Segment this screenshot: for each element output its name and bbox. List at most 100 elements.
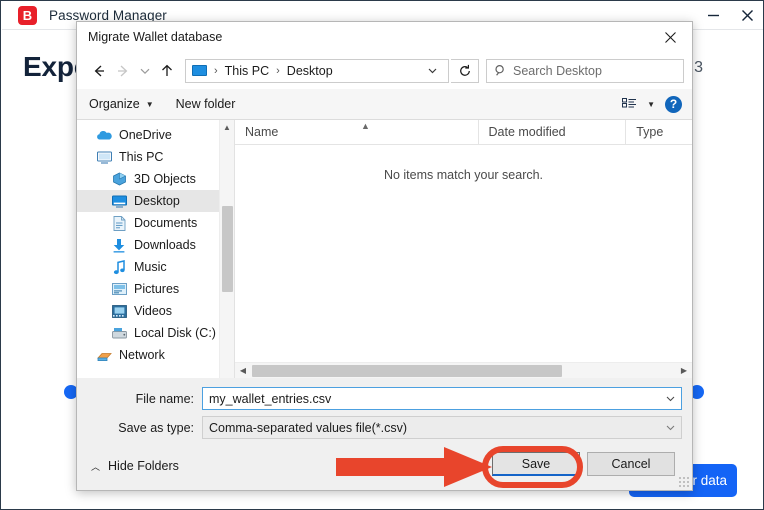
column-label: Date modified xyxy=(488,125,566,139)
organize-button[interactable]: Organize ▼ xyxy=(89,97,154,111)
tree-item-label: Desktop xyxy=(134,194,180,208)
screen-root: B Password Manager Expo 2 of 3 ur data M… xyxy=(0,0,764,510)
breadcrumb-separator-2: › xyxy=(276,64,280,77)
chevron-left-icon[interactable]: ◀ xyxy=(235,363,251,379)
column-header-date-modified[interactable]: Date modified xyxy=(479,120,627,144)
disk-drive-icon xyxy=(111,325,127,341)
tree-item-network[interactable]: Network xyxy=(77,344,234,366)
search-icon xyxy=(487,64,513,77)
downloads-icon xyxy=(111,237,127,253)
breadcrumb-item-0[interactable]: This PC xyxy=(225,64,269,78)
network-icon xyxy=(96,347,112,363)
save-as-type-select[interactable]: Comma-separated values file(*.csv) xyxy=(202,416,682,439)
chevron-up-icon[interactable]: ▲ xyxy=(220,120,234,135)
column-label: Type xyxy=(636,125,664,139)
breadcrumb[interactable]: › This PC › Desktop xyxy=(185,58,449,83)
tree-item-3d-objects[interactable]: 3D Objects xyxy=(77,168,234,190)
tree-item-label: Music xyxy=(134,260,167,274)
organize-label: Organize xyxy=(89,97,140,111)
arrow-left-icon[interactable] xyxy=(87,59,111,83)
minimize-icon[interactable] xyxy=(696,2,730,30)
videos-icon xyxy=(111,303,127,319)
file-list-pane: Name ▲ Date modified Type No items match… xyxy=(234,120,692,378)
chevron-down-icon[interactable] xyxy=(135,59,155,83)
new-folder-label: New folder xyxy=(175,97,236,111)
dialog-form: File name: my_wallet_entries.csv Save as… xyxy=(77,378,692,442)
arrow-right-icon xyxy=(111,59,135,83)
tree-item-onedrive[interactable]: OneDrive xyxy=(77,124,234,146)
window-controls xyxy=(696,2,763,30)
tree-item-label: 3D Objects xyxy=(134,172,196,186)
sort-ascending-icon: ▲ xyxy=(361,121,370,131)
breadcrumb-item-1[interactable]: Desktop xyxy=(287,64,333,78)
file-name-input[interactable]: my_wallet_entries.csv xyxy=(202,387,682,410)
dialog-title: Migrate Wallet database xyxy=(88,30,223,44)
tree-item-label: Videos xyxy=(134,304,172,318)
chevron-up-icon: ︿ xyxy=(91,461,101,472)
file-name-value: my_wallet_entries.csv xyxy=(209,391,332,406)
file-list-horizontal-scrollbar[interactable]: ◀ ▶ xyxy=(235,362,692,378)
tree-item-music[interactable]: Music xyxy=(77,256,234,278)
column-header-type[interactable]: Type xyxy=(626,120,692,144)
tree-item-label: Downloads xyxy=(134,238,196,252)
tree-item-documents[interactable]: Documents xyxy=(77,212,234,234)
tree-item-label: Pictures xyxy=(134,282,180,296)
close-icon[interactable] xyxy=(730,2,763,30)
help-icon[interactable]: ? xyxy=(665,95,682,113)
chevron-down-icon[interactable] xyxy=(659,393,681,404)
scrollbar-thumb[interactable] xyxy=(252,364,562,377)
file-list-header: Name ▲ Date modified Type xyxy=(235,120,692,145)
search-placeholder: Search Desktop xyxy=(513,63,602,78)
new-folder-button[interactable]: New folder xyxy=(176,97,236,111)
scrollbar-thumb[interactable] xyxy=(222,206,233,292)
chevron-right-icon[interactable]: ▶ xyxy=(676,363,692,379)
music-icon xyxy=(111,259,127,275)
scrollbar-track[interactable] xyxy=(251,363,676,379)
dialog-command-bar: Organize ▼ New folder ▼ ? xyxy=(77,89,692,120)
tree-vertical-scrollbar[interactable]: ▲ xyxy=(219,120,234,378)
dialog-close-icon[interactable] xyxy=(648,22,692,52)
tree-item-desktop[interactable]: Desktop xyxy=(77,190,234,212)
monitor-icon xyxy=(96,149,112,165)
tree-item-pictures[interactable]: Pictures xyxy=(77,278,234,300)
documents-icon xyxy=(111,215,127,231)
tree-item-label: Local Disk (C:) xyxy=(134,326,216,340)
navigation-tree-pane: OneDrive This PC 3D Objects Desktop Docu… xyxy=(77,120,234,378)
save-button[interactable]: Save xyxy=(492,452,580,476)
chevron-down-icon[interactable] xyxy=(659,422,681,433)
empty-list-message: No items match your search. xyxy=(383,168,544,182)
caret-down-icon[interactable]: ▼ xyxy=(647,100,655,109)
resize-grip-icon[interactable] xyxy=(679,477,689,487)
file-name-row: File name: my_wallet_entries.csv xyxy=(77,387,692,410)
tree-item-label: Network xyxy=(119,348,165,362)
save-file-dialog: Migrate Wallet database › This PC › Desk… xyxy=(76,21,693,491)
tree-item-videos[interactable]: Videos xyxy=(77,300,234,322)
refresh-icon[interactable] xyxy=(451,58,479,83)
navigation-tree: OneDrive This PC 3D Objects Desktop Docu… xyxy=(77,120,234,366)
app-logo-icon: B xyxy=(18,6,37,25)
tree-item-local-disk-c[interactable]: Local Disk (C:) xyxy=(77,322,234,344)
save-as-type-value: Comma-separated values file(*.csv) xyxy=(209,420,407,435)
monitor-icon xyxy=(192,65,207,76)
tree-item-this-pc[interactable]: This PC xyxy=(77,146,234,168)
arrow-up-icon[interactable] xyxy=(155,59,179,83)
command-bar-right-group: ▼ ? xyxy=(622,95,682,113)
hide-folders-button[interactable]: ︿ Hide Folders xyxy=(91,459,179,473)
tree-item-downloads[interactable]: Downloads xyxy=(77,234,234,256)
chevron-down-icon[interactable] xyxy=(422,65,442,76)
view-layout-icon[interactable] xyxy=(622,97,637,111)
cancel-button[interactable]: Cancel xyxy=(587,452,675,476)
caret-down-icon: ▼ xyxy=(145,99,154,109)
tree-item-label: Documents xyxy=(134,216,198,230)
column-header-name[interactable]: Name ▲ xyxy=(235,120,479,144)
hide-folders-label: Hide Folders xyxy=(108,459,179,473)
onedrive-cloud-icon xyxy=(96,127,112,143)
save-as-type-row: Save as type: Comma-separated values fil… xyxy=(77,416,692,439)
dialog-footer: ︿ Hide Folders Save Cancel xyxy=(77,442,692,490)
pictures-icon xyxy=(111,281,127,297)
3d-objects-icon xyxy=(111,171,127,187)
dialog-body: OneDrive This PC 3D Objects Desktop Docu… xyxy=(77,120,692,378)
search-input[interactable]: Search Desktop xyxy=(486,58,684,83)
save-as-type-label: Save as type: xyxy=(118,420,194,435)
breadcrumb-separator-1: › xyxy=(214,64,218,77)
